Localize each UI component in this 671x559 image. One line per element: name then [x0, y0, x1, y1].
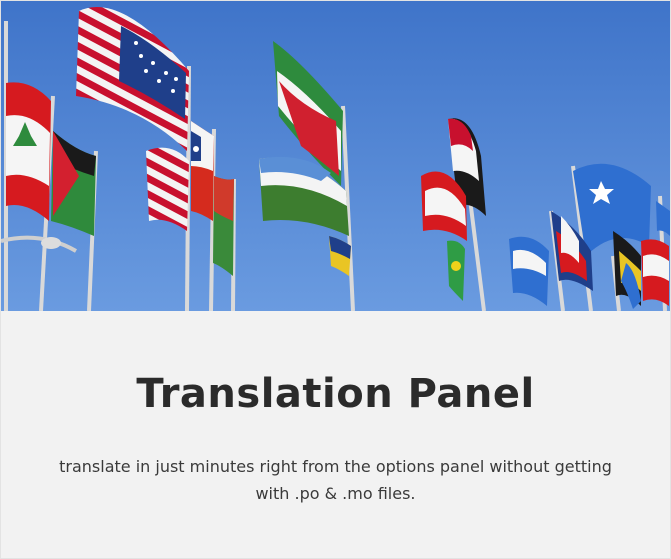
hero-image-flags — [1, 1, 670, 311]
card-description: translate in just minutes right from the… — [59, 457, 612, 503]
flags-illustration — [1, 1, 670, 311]
card-title: Translation Panel — [136, 371, 535, 417]
feature-card: Translation Panel translate in just minu… — [0, 0, 671, 559]
card-content: Translation Panel translate in just minu… — [1, 311, 670, 558]
